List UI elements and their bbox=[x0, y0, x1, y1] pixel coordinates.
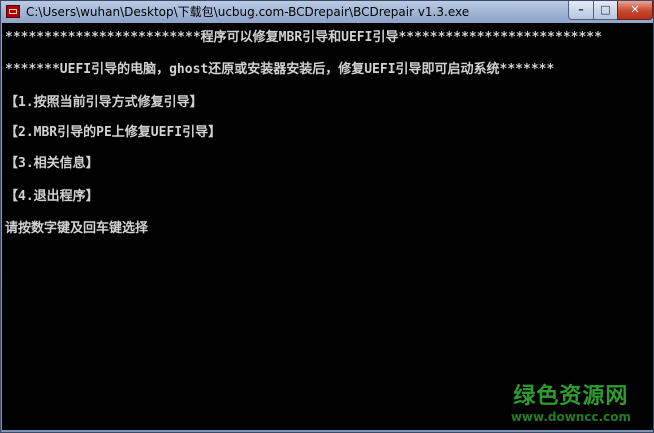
console-info-line: *******UEFI引导的电脑，ghost还原或安装器安装后，修复UEFI引导… bbox=[5, 62, 555, 77]
close-button[interactable]: ✕ bbox=[617, 1, 653, 20]
watermark-logo-text: 绿色资源网 bbox=[513, 384, 629, 409]
maximize-button[interactable]: □ bbox=[593, 1, 618, 20]
watermark-url: www.downcc.com bbox=[510, 410, 631, 424]
input-prompt: 请按数字键及回车键选择 bbox=[5, 221, 149, 236]
minimize-button[interactable]: – bbox=[568, 1, 594, 20]
menu-option-2: 【2.MBR引导的PE上修复UEFI引导】 bbox=[5, 125, 222, 140]
menu-option-1: 【1.按照当前引导方式修复引导】 bbox=[5, 95, 203, 110]
menu-option-3: 【3.相关信息】 bbox=[5, 156, 99, 171]
console-header-line: *************************程序可以修复MBR引导和UEF… bbox=[5, 30, 602, 45]
app-icon[interactable] bbox=[6, 5, 20, 18]
menu-option-4: 【4.退出程序】 bbox=[5, 189, 99, 204]
console-window: C:\Users\wuhan\Desktop\下载包\ucbug.com-BCD… bbox=[0, 0, 654, 433]
window-title: C:\Users\wuhan\Desktop\下载包\ucbug.com-BCD… bbox=[26, 5, 470, 19]
title-bar[interactable]: C:\Users\wuhan\Desktop\下载包\ucbug.com-BCD… bbox=[1, 1, 653, 23]
console-output[interactable]: *************************程序可以修复MBR引导和UEF… bbox=[2, 23, 653, 430]
watermark: 绿色资源网 www.downcc.com bbox=[511, 384, 631, 424]
